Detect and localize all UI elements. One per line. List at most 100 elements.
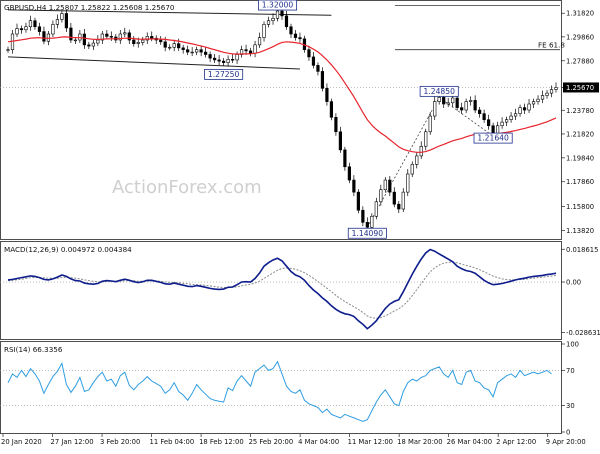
candle-body	[248, 50, 253, 54]
candle-body	[356, 191, 360, 211]
macd-tick-label: -0.028631	[566, 329, 600, 337]
x-tick-label: 4 Mar 04:00	[298, 438, 339, 446]
rsi-tick-label: 100	[566, 341, 579, 349]
candle-body	[275, 10, 280, 19]
candle-body	[329, 101, 334, 118]
candle-body	[397, 203, 401, 210]
candle-body	[168, 46, 172, 49]
watermark: ActionForex.com	[112, 177, 262, 198]
x-tick-label: 9 Apr 20:00	[546, 438, 586, 446]
x-tick-label: 3 Feb 20:00	[100, 438, 140, 446]
macd-tick-label: 0.00	[566, 279, 581, 287]
candle-body	[284, 15, 289, 28]
candle-body	[190, 51, 194, 54]
candle-body	[361, 209, 365, 223]
candle-body	[150, 36, 154, 39]
candle-body	[433, 101, 437, 117]
candle-body	[271, 17, 275, 22]
candle-body	[379, 189, 383, 203]
candle-body	[522, 107, 527, 111]
candle-body	[352, 179, 356, 193]
candle-body	[383, 179, 387, 191]
candle-body	[410, 164, 414, 175]
candle-body	[163, 41, 167, 48]
candle-body	[338, 131, 342, 151]
macd-header: MACD(12,26,9) 0.004972 0.004384	[4, 245, 132, 254]
price-tick-label: 1.31820	[566, 10, 594, 18]
candle-body	[289, 26, 293, 35]
candle-body	[230, 59, 235, 61]
candle-body	[6, 49, 10, 51]
rsi-header: RSI(14) 66.3356	[4, 345, 63, 354]
candle-body	[487, 119, 491, 127]
x-tick-label: 27 Jan 12:00	[51, 438, 94, 446]
candle-body	[307, 49, 311, 58]
candle-body	[199, 49, 203, 53]
candle-body	[415, 155, 419, 165]
candle-body	[392, 191, 396, 205]
candle-body	[455, 97, 459, 108]
price-label: 1.21640	[477, 134, 509, 143]
price-label: 1.24850	[424, 87, 456, 96]
candle-body	[460, 107, 464, 111]
candle-body	[388, 179, 392, 193]
candle-body	[320, 71, 325, 89]
candle-body	[554, 87, 558, 90]
price-tick-label: 1.29860	[566, 33, 594, 41]
candle-body	[347, 166, 351, 181]
candle-body	[195, 49, 199, 53]
candle-body	[177, 43, 181, 49]
candle-body	[311, 56, 316, 66]
macd-tick-label: 0.018615	[566, 246, 598, 254]
candle-body	[257, 37, 262, 46]
candle-body	[504, 119, 509, 123]
candle-body	[28, 20, 33, 28]
candle-body	[365, 222, 369, 228]
candle-body	[132, 39, 136, 44]
candle-body	[82, 33, 86, 46]
candle-body	[64, 13, 68, 29]
candle-body	[446, 102, 450, 105]
candle-body	[208, 54, 212, 59]
candle-body	[343, 149, 347, 168]
candle-body	[478, 109, 482, 114]
price-label: 1.27250	[208, 70, 240, 79]
price-tick-label: 1.19840	[566, 154, 594, 162]
candle-body	[428, 115, 432, 133]
candle-body	[73, 39, 77, 42]
price-tick-label: 1.27880	[566, 57, 594, 65]
x-tick-label: 25 Feb 20:00	[249, 438, 294, 446]
candle-body	[235, 54, 239, 61]
candle-body	[469, 100, 473, 102]
candle-body	[186, 49, 190, 53]
candle-body	[280, 10, 284, 17]
candle-body	[123, 32, 127, 35]
candle-body	[531, 101, 536, 105]
candle-body	[442, 97, 446, 105]
candle-body	[500, 121, 504, 127]
candle-body	[42, 31, 46, 42]
rsi-tick-label: 30	[566, 402, 575, 410]
candle-body	[37, 26, 42, 32]
candle-body	[33, 20, 37, 28]
candle-body	[473, 100, 477, 111]
candle-body	[217, 59, 221, 62]
candle-body	[87, 44, 91, 47]
candle-body	[334, 116, 338, 133]
candle-body	[172, 43, 176, 48]
price-label: 1.32000	[262, 1, 294, 10]
candle-body	[437, 97, 441, 102]
last-price-tick-label: 1.25670	[566, 84, 594, 92]
x-tick-label: 2 Apr 12:00	[496, 438, 536, 446]
candle-body	[127, 32, 131, 41]
candle-body	[540, 95, 545, 100]
candle-body	[464, 101, 468, 111]
x-tick-label: 18 Mar 20:00	[397, 438, 442, 446]
candle-body	[244, 49, 248, 52]
candle-body	[549, 89, 554, 94]
candle-body	[24, 26, 28, 31]
price-tick-label: 1.21820	[566, 130, 594, 138]
price-tick-label: 1.17860	[566, 178, 594, 186]
candle-body	[46, 33, 51, 42]
x-tick-label: 20 Jan 2020	[1, 438, 42, 446]
